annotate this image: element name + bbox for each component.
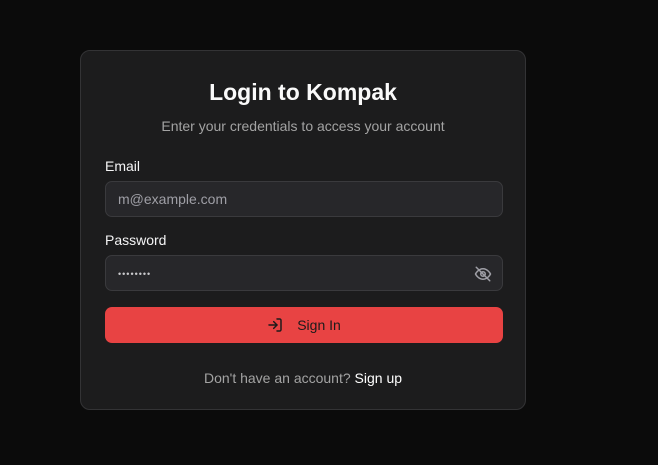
email-field[interactable] xyxy=(105,181,503,217)
password-label: Password xyxy=(105,232,167,248)
login-card: Login to Kompak Enter your credentials t… xyxy=(80,50,526,410)
password-field[interactable] xyxy=(105,255,503,291)
page-title: Login to Kompak xyxy=(209,79,397,105)
page-subtitle: Enter your credentials to access your ac… xyxy=(161,118,445,134)
email-label: Email xyxy=(105,158,141,174)
password-value: •••••••• xyxy=(118,269,152,279)
signup-prompt-text: Don't have an account? xyxy=(203,370,351,386)
sign-in-label: Sign In xyxy=(297,317,341,333)
eye-off-icon[interactable] xyxy=(474,265,492,283)
sign-in-button[interactable]: Sign In xyxy=(105,307,503,343)
signup-link[interactable]: Sign up xyxy=(355,370,402,386)
signup-prompt: Don't have an account? Sign up xyxy=(81,369,525,387)
sign-in-icon xyxy=(267,317,283,333)
